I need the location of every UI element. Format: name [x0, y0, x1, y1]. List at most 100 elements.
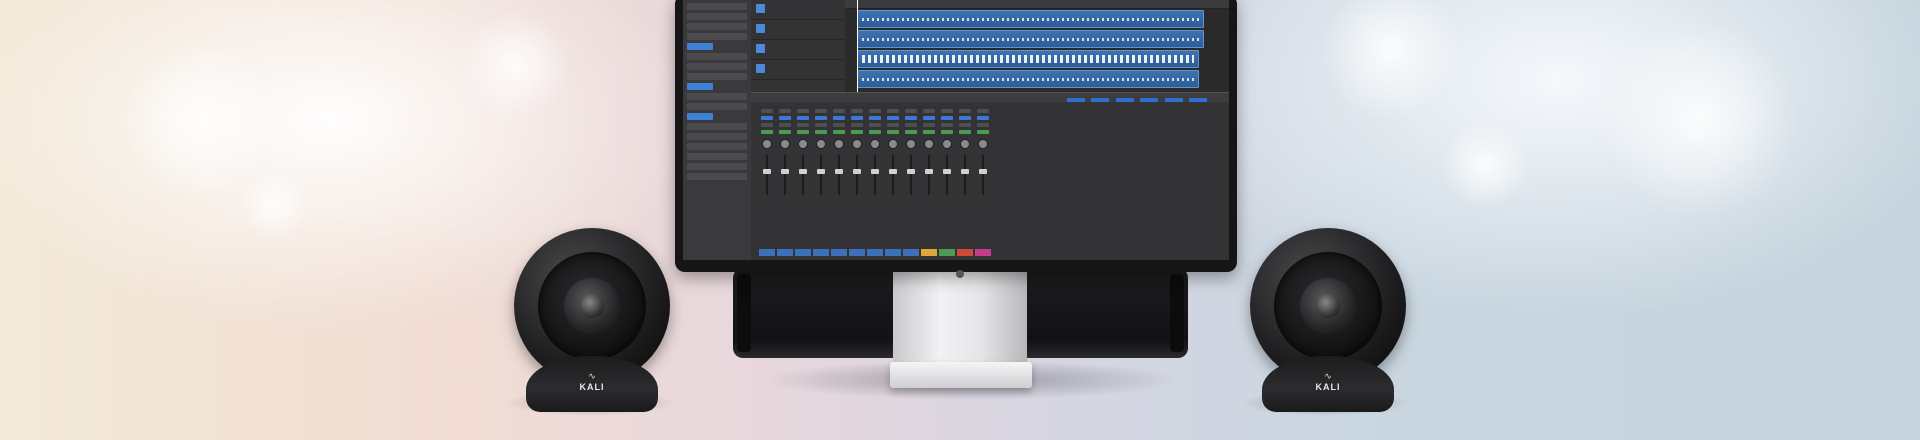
strip-slot: [887, 123, 899, 127]
bokeh-light: [1600, 20, 1800, 220]
mixer-channel-strip: [939, 106, 955, 256]
strip-slot: [941, 116, 953, 120]
volume-fader: [853, 155, 861, 195]
strip-name-label: [921, 249, 937, 256]
strip-slot: [959, 130, 971, 134]
pan-knob: [852, 139, 862, 149]
mixer-channel-strip: [903, 106, 919, 256]
volume-fader: [799, 155, 807, 195]
mixer-channel-strip: [975, 106, 991, 256]
inspector-row: [687, 3, 747, 10]
pan-knob: [924, 139, 934, 149]
inspector-row: [687, 33, 747, 40]
mixer-channel-strip: [813, 106, 829, 256]
track-header: [751, 40, 845, 60]
volume-fader: [961, 155, 969, 195]
inspector-row: [687, 73, 747, 80]
inspector-row: [687, 133, 747, 140]
track-headers: [751, 0, 845, 92]
pan-knob: [906, 139, 916, 149]
mixer-channel-strip: [849, 106, 865, 256]
inspector-row: [687, 143, 747, 150]
volume-fader: [871, 155, 879, 195]
inspector-row: [687, 63, 747, 70]
region-waveform: [862, 55, 1194, 63]
strip-slot: [923, 116, 935, 120]
timeline-ruler: [845, 0, 1229, 9]
strip-slot: [869, 123, 881, 127]
strip-slot: [833, 130, 845, 134]
strip-name-label: [759, 249, 775, 256]
volume-fader: [835, 155, 843, 195]
speaker-brand-label: KALI: [579, 382, 605, 392]
strip-slot: [779, 123, 791, 127]
inspector-row: [687, 163, 747, 170]
strip-slot: [923, 123, 935, 127]
pan-knob: [816, 139, 826, 149]
monitor-stand-neck: [893, 268, 1027, 370]
strip-slot: [797, 116, 809, 120]
waveform-icon: [756, 64, 765, 73]
volume-fader: [763, 155, 771, 195]
pan-knob: [798, 139, 808, 149]
inspector-row: [687, 173, 747, 180]
strip-slot: [761, 116, 773, 120]
strip-slot: [869, 116, 881, 120]
mixer-channel-strip: [759, 106, 775, 256]
arrange-area: [845, 0, 1229, 92]
daw-inspector: [683, 0, 752, 260]
speaker-brand-label: KALI: [1315, 382, 1341, 392]
waveform-icon: [756, 44, 765, 53]
mixer: [751, 102, 1229, 260]
pan-knob: [870, 139, 880, 149]
strip-slot: [869, 109, 881, 113]
waveform-icon: [756, 4, 765, 13]
kali-logo-icon: ∿: [588, 371, 596, 381]
track-header: [751, 20, 845, 40]
strip-slot: [905, 123, 917, 127]
pan-knob: [888, 139, 898, 149]
strip-slot: [779, 109, 791, 113]
strip-name-label: [975, 249, 991, 256]
audio-region: [857, 30, 1204, 48]
mixer-channel-strip: [957, 106, 973, 256]
strip-name-label: [813, 249, 829, 256]
strip-slot: [941, 123, 953, 127]
pan-knob: [960, 139, 970, 149]
monitor: [675, 0, 1237, 272]
pan-knob: [978, 139, 988, 149]
left-speaker: ∿ KALI: [514, 228, 670, 412]
strip-name-label: [777, 249, 793, 256]
strip-slot: [815, 130, 827, 134]
mixer-channel-strip: [921, 106, 937, 256]
mixer-channel-strip: [795, 106, 811, 256]
inspector-row: [687, 113, 713, 120]
strip-name-label: [867, 249, 883, 256]
inspector-row: [687, 83, 713, 90]
kali-logo-icon: ∿: [1324, 371, 1332, 381]
audio-region: [857, 10, 1204, 28]
strip-slot: [905, 109, 917, 113]
strip-slot: [941, 109, 953, 113]
pan-knob: [942, 139, 952, 149]
right-speaker: ∿ KALI: [1250, 228, 1406, 412]
volume-fader: [943, 155, 951, 195]
strip-slot: [797, 130, 809, 134]
speaker-tweeter: [1316, 294, 1340, 318]
pan-knob: [780, 139, 790, 149]
speaker-tweeter: [580, 294, 604, 318]
inspector-row: [687, 103, 747, 110]
strip-slot: [833, 116, 845, 120]
volume-fader: [817, 155, 825, 195]
strip-name-label: [957, 249, 973, 256]
strip-name-label: [849, 249, 865, 256]
strip-slot: [833, 109, 845, 113]
region-waveform: [862, 18, 1199, 21]
strip-slot: [851, 130, 863, 134]
inspector-row: [687, 53, 747, 60]
volume-fader: [889, 155, 897, 195]
strip-name-label: [939, 249, 955, 256]
strip-slot: [959, 116, 971, 120]
monitor-stand-foot: [890, 362, 1032, 388]
volume-fader: [925, 155, 933, 195]
